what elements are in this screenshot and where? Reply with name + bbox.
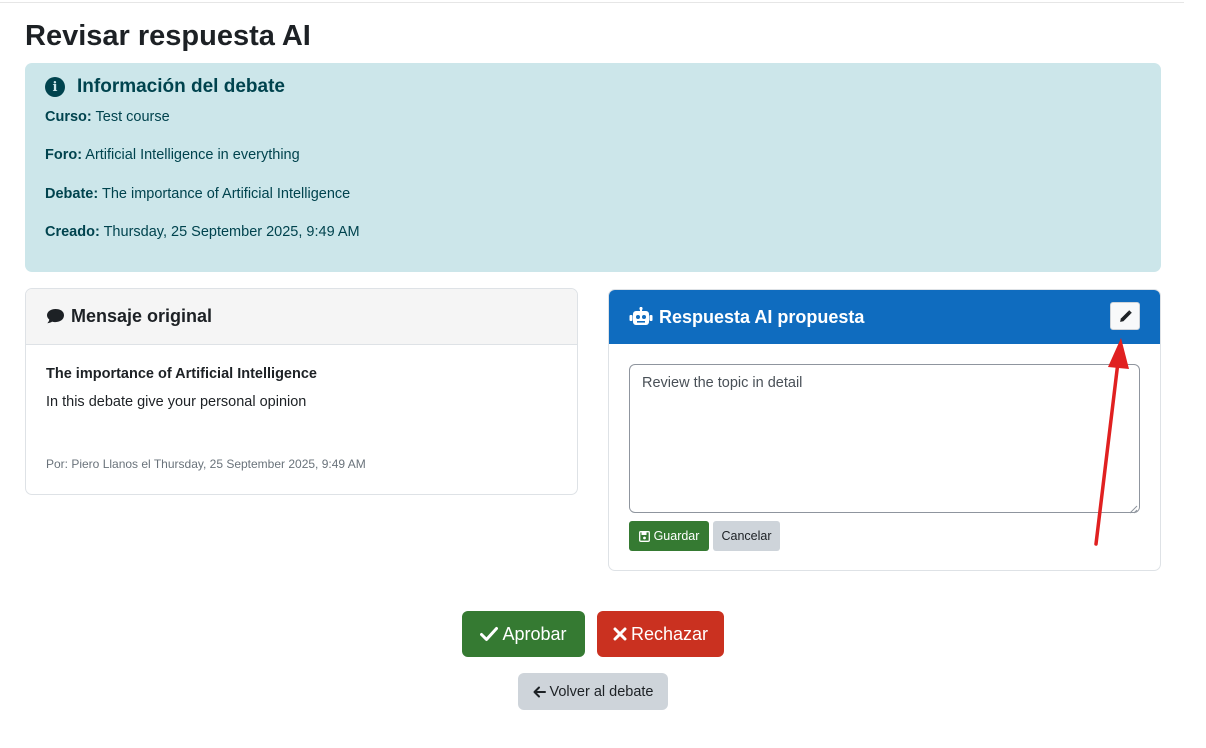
forum-value: Artificial Intelligence in everything <box>85 147 300 163</box>
debate-row: Debate: The importance of Artificial Int… <box>45 186 350 202</box>
reply-textarea[interactable]: Review the topic in detail <box>629 364 1140 513</box>
proposed-reply-card: Respuesta AI propuesta Review the topic … <box>608 289 1161 571</box>
debate-info-panel: i Información del debate Curso: Test cou… <box>25 63 1161 272</box>
check-icon <box>480 626 499 642</box>
back-to-debate-button[interactable]: Volver al debate <box>518 673 668 710</box>
robot-icon <box>629 307 653 327</box>
back-label: Volver al debate <box>549 683 654 700</box>
edit-reply-button[interactable] <box>1110 302 1140 330</box>
course-row: Curso: Test course <box>45 109 170 125</box>
course-value: Test course <box>95 109 170 125</box>
original-message-card: Mensaje original The importance of Artif… <box>25 288 578 495</box>
resize-handle[interactable] <box>1129 501 1138 514</box>
debate-info-header: i Información del debate <box>45 76 285 98</box>
debate-label: Debate: <box>45 186 99 202</box>
created-value: Thursday, 25 September 2025, 9:49 AM <box>103 224 360 240</box>
reject-label: Rechazar <box>630 623 709 644</box>
comment-icon <box>46 308 65 325</box>
pencil-icon <box>1119 309 1132 323</box>
message-meta: Por: Piero Llanos el Thursday, 25 Septem… <box>46 457 366 471</box>
message-body: In this debate give your personal opinio… <box>46 394 307 410</box>
proposed-reply-title: Respuesta AI propuesta <box>659 306 865 327</box>
info-circle-icon: i <box>45 77 65 97</box>
approve-label: Aprobar <box>502 623 567 644</box>
reject-button[interactable]: Rechazar <box>597 611 724 657</box>
proposed-reply-header: Respuesta AI propuesta <box>609 290 1160 344</box>
course-label: Curso: <box>45 109 92 125</box>
debate-value: The importance of Artificial Intelligenc… <box>101 186 351 202</box>
save-button[interactable]: Guardar <box>629 521 709 551</box>
cancel-label: Cancelar <box>721 529 772 543</box>
forum-label: Foro: <box>45 147 83 163</box>
top-divider <box>0 2 1184 3</box>
arrow-left-icon <box>533 686 546 698</box>
x-icon <box>613 627 627 641</box>
message-subject: The importance of Artificial Intelligenc… <box>46 366 317 382</box>
original-message-header: Mensaje original <box>26 289 577 345</box>
save-label: Guardar <box>653 529 700 543</box>
approve-button[interactable]: Aprobar <box>462 611 585 657</box>
created-label: Creado: <box>45 224 100 240</box>
cancel-button[interactable]: Cancelar <box>713 521 780 551</box>
created-row: Creado: Thursday, 25 September 2025, 9:4… <box>45 224 360 240</box>
forum-row: Foro: Artificial Intelligence in everyth… <box>45 147 300 163</box>
save-icon <box>638 530 650 542</box>
original-message-title: Mensaje original <box>71 306 213 326</box>
debate-info-title: Información del debate <box>77 76 285 97</box>
page-title: Revisar respuesta AI <box>25 20 311 52</box>
